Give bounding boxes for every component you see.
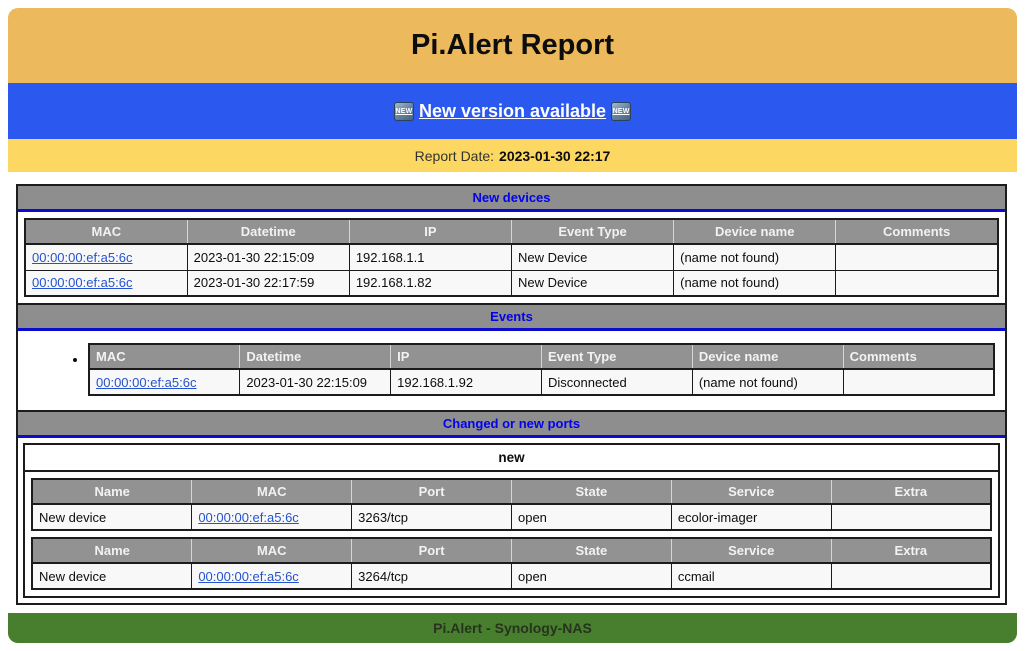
section-events: Events MAC Datetime IP Event Type Device… xyxy=(16,303,1007,412)
cell-name: New device xyxy=(32,504,192,530)
col-header-extra: Extra xyxy=(831,538,991,563)
col-header-comments: Comments xyxy=(843,344,994,369)
version-banner: NEW New version available NEW xyxy=(8,83,1017,139)
col-header-extra: Extra xyxy=(831,479,991,504)
col-header-mac: MAC xyxy=(192,538,352,563)
cell-datetime: 2023-01-30 22:17:59 xyxy=(187,270,349,296)
cell-service: ccmail xyxy=(671,563,831,589)
col-header-event-type: Event Type xyxy=(511,219,673,244)
page-title: Pi.Alert Report xyxy=(411,29,614,62)
mac-link[interactable]: 00:00:00:ef:a5:6c xyxy=(96,375,196,390)
page-footer: Pi.Alert - Synology-NAS xyxy=(8,613,1017,643)
table-row: 00:00:00:ef:a5:6c 2023-01-30 22:15:09 19… xyxy=(89,369,994,395)
col-header-state: State xyxy=(511,479,671,504)
report-body: New devices MAC Datetime IP Event Type D… xyxy=(16,184,1007,605)
col-header-ip: IP xyxy=(391,344,542,369)
col-header-state: State xyxy=(511,538,671,563)
cell-extra xyxy=(831,563,991,589)
cell-device-name: (name not found) xyxy=(692,369,843,395)
report-date-label: Report Date: xyxy=(415,148,494,164)
table-row: 00:00:00:ef:a5:6c 2023-01-30 22:17:59 19… xyxy=(25,270,998,296)
col-header-port: Port xyxy=(352,479,512,504)
events-list-item: MAC Datetime IP Event Type Device name C… xyxy=(88,343,995,396)
col-header-mac: MAC xyxy=(192,479,352,504)
col-header-name: Name xyxy=(32,538,192,563)
cell-mac: 00:00:00:ef:a5:6c xyxy=(89,369,240,395)
cell-state: open xyxy=(511,563,671,589)
table-header-row: MAC Datetime IP Event Type Device name C… xyxy=(89,344,994,369)
cell-ip: 192.168.1.92 xyxy=(391,369,542,395)
cell-comments xyxy=(836,244,998,270)
col-header-ip: IP xyxy=(349,219,511,244)
page-header: Pi.Alert Report xyxy=(8,8,1017,83)
new-devices-section-title: New devices xyxy=(18,186,1005,212)
col-header-service: Service xyxy=(671,479,831,504)
cell-service: ecolor-imager xyxy=(671,504,831,530)
col-header-service: Service xyxy=(671,538,831,563)
table-header-row: Name MAC Port State Service Extra xyxy=(32,538,991,563)
table-row: 00:00:00:ef:a5:6c 2023-01-30 22:15:09 19… xyxy=(25,244,998,270)
cell-ip: 192.168.1.1 xyxy=(349,244,511,270)
cell-comments xyxy=(843,369,994,395)
col-header-datetime: Datetime xyxy=(187,219,349,244)
ports-table-1: Name MAC Port State Service Extra New de… xyxy=(31,478,992,531)
new-version-link[interactable]: NEW New version available NEW xyxy=(394,101,631,122)
cell-datetime: 2023-01-30 22:15:09 xyxy=(240,369,391,395)
cell-event-type: New Device xyxy=(511,244,673,270)
table-row: New device 00:00:00:ef:a5:6c 3263/tcp op… xyxy=(32,504,991,530)
cell-port: 3263/tcp xyxy=(352,504,512,530)
col-header-mac: MAC xyxy=(89,344,240,369)
cell-mac: 00:00:00:ef:a5:6c xyxy=(192,563,352,589)
events-list: MAC Datetime IP Event Type Device name C… xyxy=(18,343,995,396)
cell-event-type: Disconnected xyxy=(541,369,692,395)
new-devices-table: MAC Datetime IP Event Type Device name C… xyxy=(24,218,999,297)
mac-link[interactable]: 00:00:00:ef:a5:6c xyxy=(198,569,298,584)
table-header-row: Name MAC Port State Service Extra xyxy=(32,479,991,504)
table-header-row: MAC Datetime IP Event Type Device name C… xyxy=(25,219,998,244)
new-version-link-label: New version available xyxy=(419,101,606,122)
mac-link[interactable]: 00:00:00:ef:a5:6c xyxy=(32,275,132,290)
report-date-value: 2023-01-30 22:17 xyxy=(499,148,610,164)
mac-link[interactable]: 00:00:00:ef:a5:6c xyxy=(198,510,298,525)
cell-mac: 00:00:00:ef:a5:6c xyxy=(25,244,187,270)
col-header-name: Name xyxy=(32,479,192,504)
cell-device-name: (name not found) xyxy=(674,244,836,270)
col-header-port: Port xyxy=(352,538,512,563)
section-new-devices: New devices MAC Datetime IP Event Type D… xyxy=(16,184,1007,305)
cell-mac: 00:00:00:ef:a5:6c xyxy=(192,504,352,530)
col-header-event-type: Event Type xyxy=(541,344,692,369)
cell-ip: 192.168.1.82 xyxy=(349,270,511,296)
section-ports: Changed or new ports new Name MAC Port S… xyxy=(16,410,1007,605)
cell-state: open xyxy=(511,504,671,530)
table-row: New device 00:00:00:ef:a5:6c 3264/tcp op… xyxy=(32,563,991,589)
cell-comments xyxy=(836,270,998,296)
ports-section-title: Changed or new ports xyxy=(18,412,1005,438)
new-badge-icon: NEW xyxy=(611,102,631,121)
cell-port: 3264/tcp xyxy=(352,563,512,589)
footer-text: Pi.Alert - Synology-NAS xyxy=(433,620,592,636)
cell-device-name: (name not found) xyxy=(674,270,836,296)
report-date-bar: Report Date: 2023-01-30 22:17 xyxy=(8,139,1017,172)
cell-extra xyxy=(831,504,991,530)
new-badge-icon: NEW xyxy=(394,102,414,121)
col-header-device-name: Device name xyxy=(692,344,843,369)
events-body: MAC Datetime IP Event Type Device name C… xyxy=(18,331,1005,410)
mac-link[interactable]: 00:00:00:ef:a5:6c xyxy=(32,250,132,265)
events-table: MAC Datetime IP Event Type Device name C… xyxy=(88,343,995,396)
cell-event-type: New Device xyxy=(511,270,673,296)
ports-group-label: new xyxy=(25,445,998,472)
cell-mac: 00:00:00:ef:a5:6c xyxy=(25,270,187,296)
col-header-mac: MAC xyxy=(25,219,187,244)
cell-name: New device xyxy=(32,563,192,589)
ports-group-wrapper: new Name MAC Port State Service Extra Ne… xyxy=(23,443,1000,598)
col-header-datetime: Datetime xyxy=(240,344,391,369)
cell-datetime: 2023-01-30 22:15:09 xyxy=(187,244,349,270)
events-section-title: Events xyxy=(18,305,1005,331)
col-header-comments: Comments xyxy=(836,219,998,244)
ports-table-2: Name MAC Port State Service Extra New de… xyxy=(31,537,992,590)
col-header-device-name: Device name xyxy=(674,219,836,244)
